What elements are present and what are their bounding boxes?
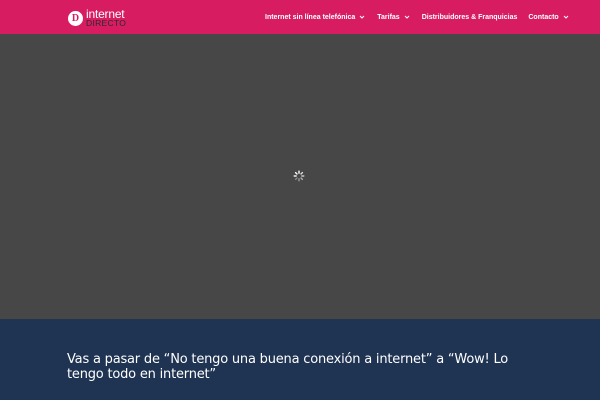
nav-item-label: Tarifas [377, 13, 400, 21]
intro-section: Vas a pasar de “No tengo una buena conex… [0, 319, 600, 400]
nav-item-label: Internet sin línea telefónica [265, 13, 356, 21]
nav-item-internet-sin-linea[interactable]: Internet sin línea telefónica [265, 13, 366, 21]
logo-word-directo: DIRECTO [86, 18, 127, 29]
chevron-down-icon [404, 15, 410, 19]
main-nav: Internet sin línea telefónica Tarifas Di… [265, 0, 581, 34]
chevron-down-icon [359, 15, 365, 19]
section-headline: Vas a pasar de “No tengo una buena conex… [67, 352, 509, 382]
nav-item-distribuidores[interactable]: Distribuidores & Franquicias [422, 14, 518, 21]
nav-item-contacto[interactable]: Contacto [528, 13, 569, 21]
nav-item-label: Distribuidores & Franquicias [421, 13, 518, 21]
nav-item-tarifas[interactable]: Tarifas [377, 13, 410, 21]
chevron-down-icon [563, 15, 569, 19]
hero-slider [0, 34, 600, 319]
site-logo[interactable]: D internet DIRECTO [68, 8, 126, 28]
site-header: D internet DIRECTO Internet sin línea te… [0, 0, 600, 34]
nav-item-label: Contacto [528, 13, 559, 21]
loading-spinner-icon [293, 170, 305, 182]
logo-mark-icon: D [68, 10, 83, 26]
logo-wordmark: internet DIRECTO [86, 8, 126, 28]
